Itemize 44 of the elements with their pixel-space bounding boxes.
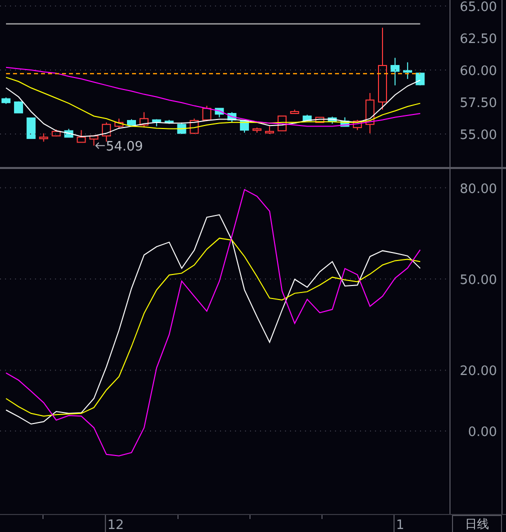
axis-label: 0.00 (468, 425, 497, 440)
candle (76, 130, 86, 143)
axis-label: 60.00 (460, 64, 497, 79)
candle (114, 118, 124, 130)
date-label: 1 (396, 518, 404, 532)
axis-label: 57.50 (460, 96, 497, 111)
candle (240, 119, 249, 134)
axis-label: 20.00 (460, 364, 497, 380)
candle (164, 119, 174, 124)
candle (152, 118, 162, 127)
candle (315, 116, 324, 123)
candle (2, 97, 10, 104)
candle (177, 122, 186, 134)
candle (352, 119, 362, 131)
axis-label: 65.00 (460, 0, 497, 16)
period-button[interactable]: 日线 (452, 515, 502, 532)
candle (14, 100, 24, 114)
candle (127, 118, 136, 126)
axis-label: 50.00 (460, 272, 497, 288)
date-label: 12 (107, 518, 124, 532)
candle (39, 132, 48, 142)
candle (390, 57, 400, 86)
candle (328, 116, 337, 124)
candle (403, 62, 412, 80)
candle (140, 112, 149, 128)
arrow-icon (95, 142, 106, 150)
axis-label: 55.00 (460, 128, 497, 143)
candle (89, 134, 98, 146)
low-price-label: 54.09 (106, 140, 144, 155)
candle (227, 112, 236, 123)
candle (365, 92, 374, 134)
candle (52, 128, 61, 138)
candle (290, 109, 300, 114)
candle (302, 114, 312, 122)
candle (102, 122, 111, 142)
candle (265, 126, 274, 134)
candle (64, 128, 74, 138)
candle (26, 117, 36, 139)
candle (214, 108, 224, 118)
candle (416, 72, 425, 86)
candle (202, 105, 212, 122)
candle (340, 116, 350, 127)
axis-label: 80.00 (460, 182, 497, 197)
axis-label: 62.50 (460, 32, 497, 47)
